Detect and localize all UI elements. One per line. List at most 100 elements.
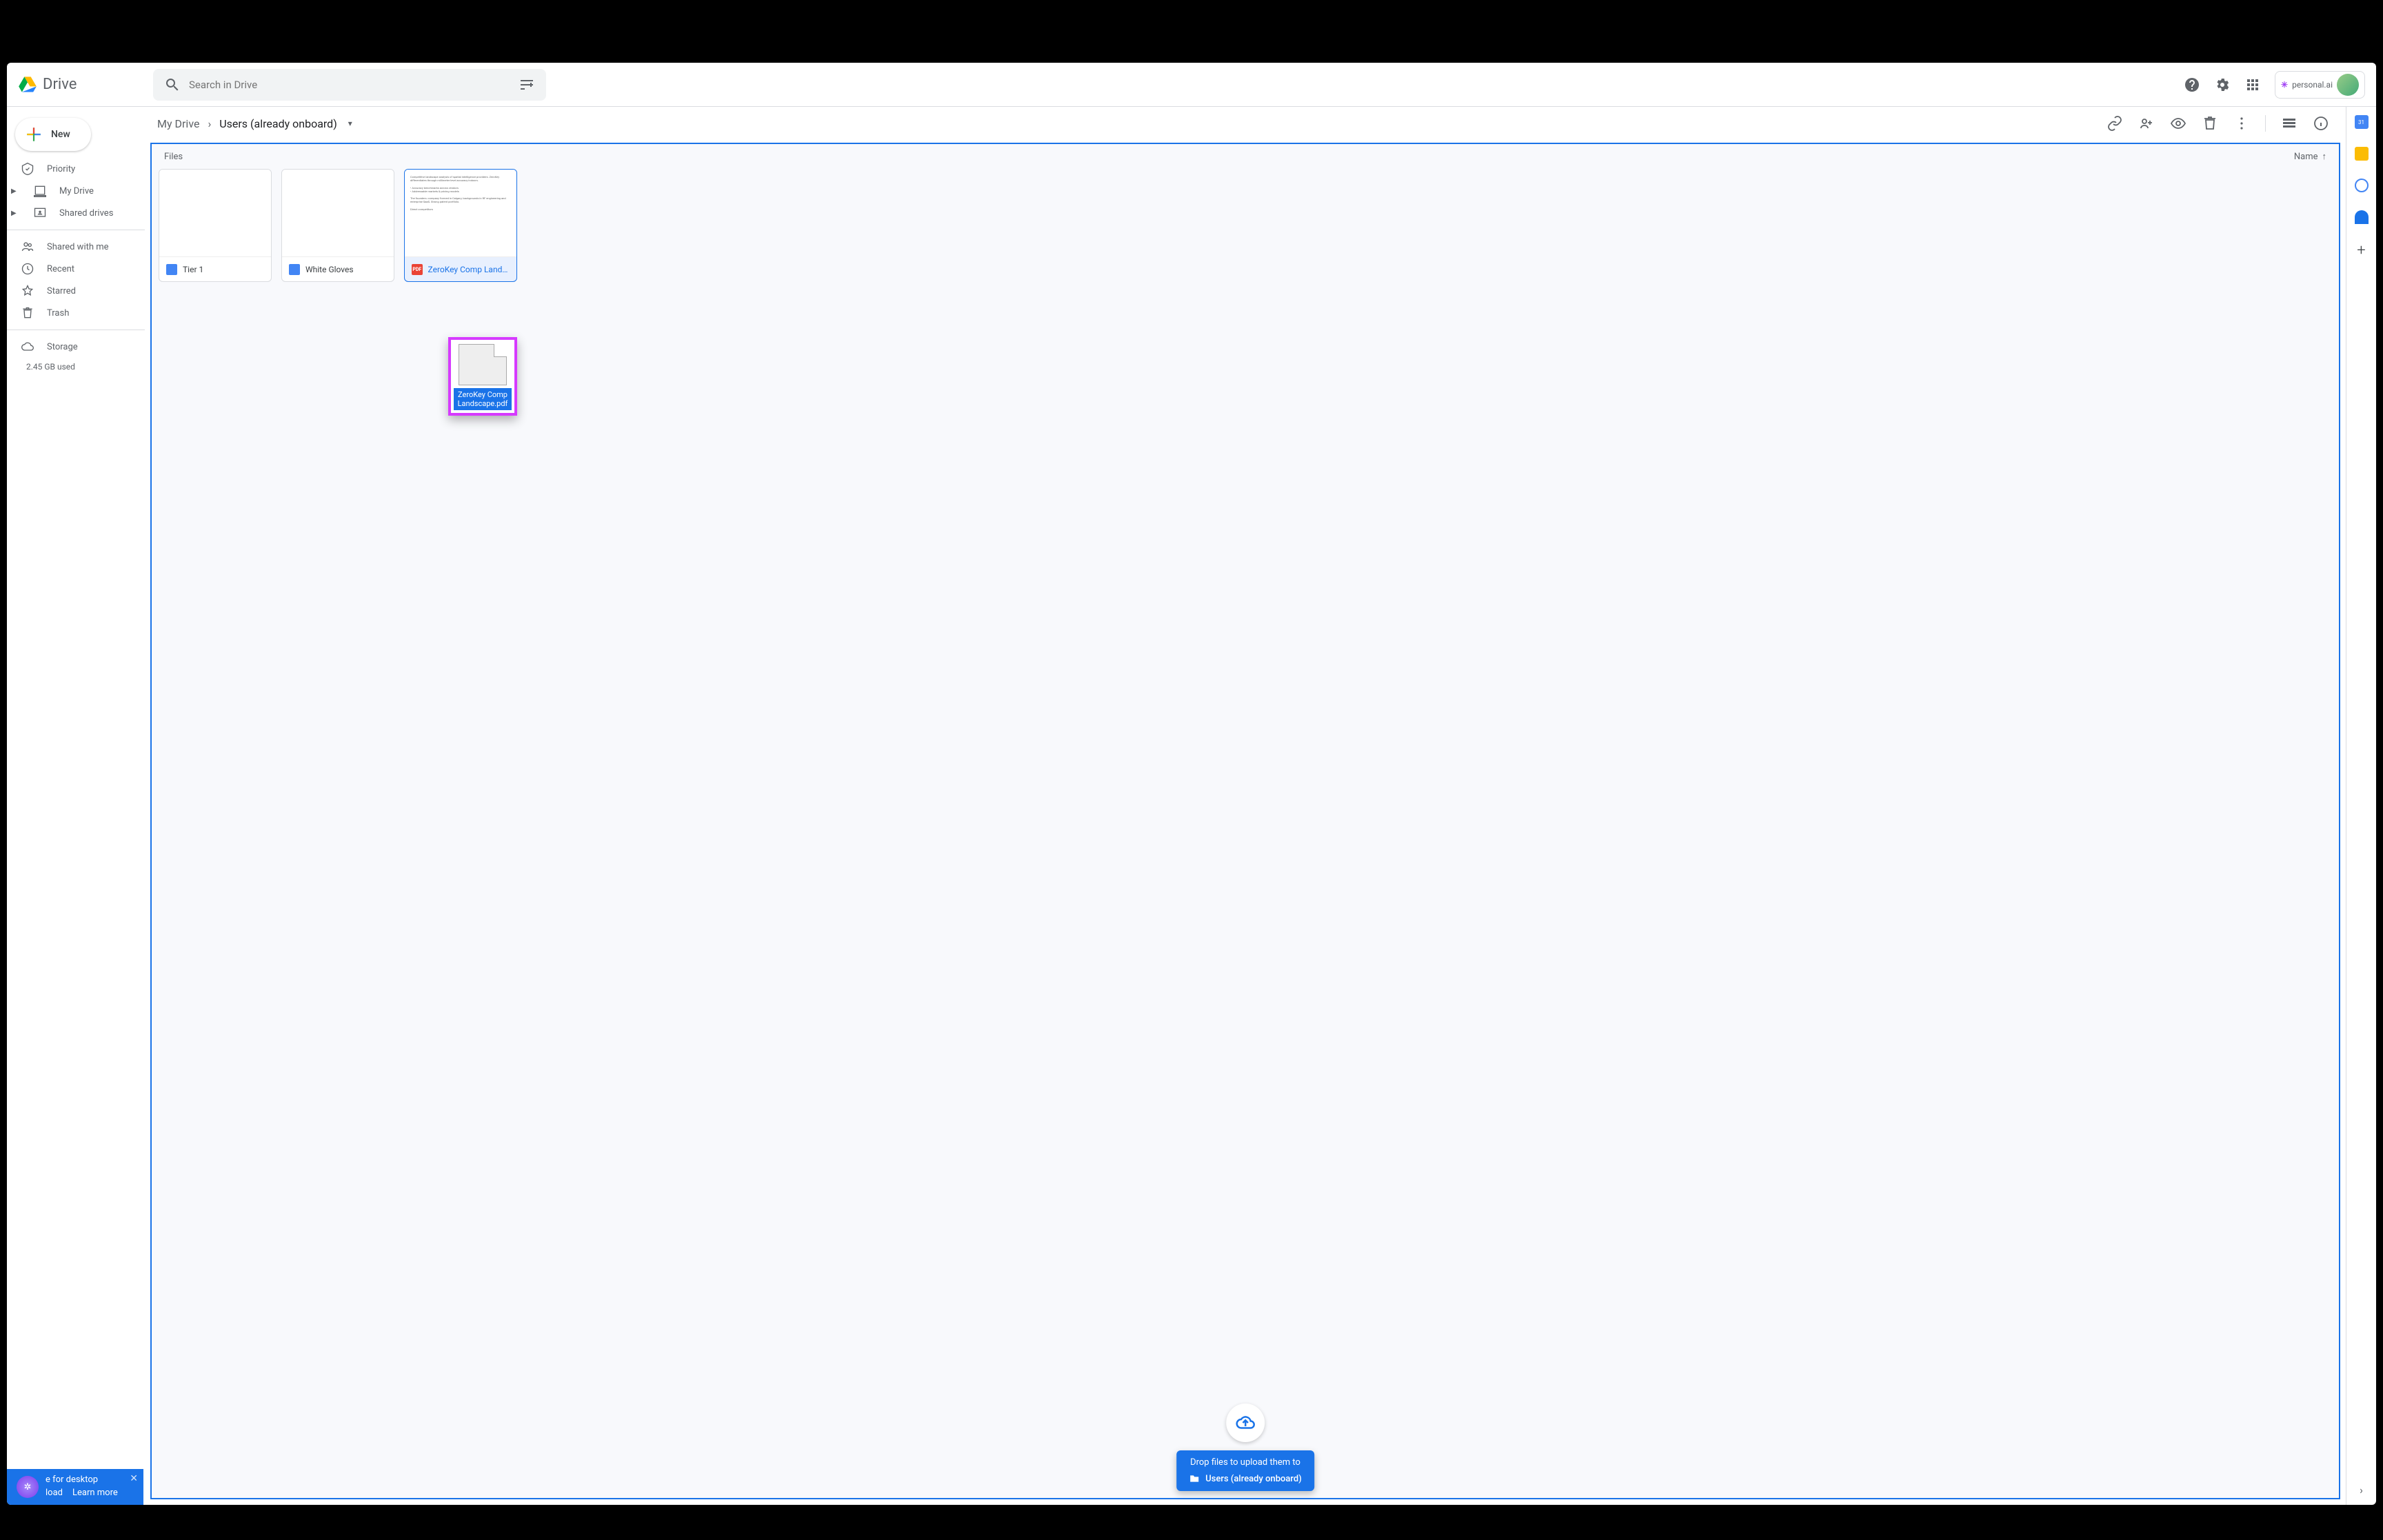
drive-logo-icon <box>18 75 37 94</box>
sort-button[interactable]: Name ↑ <box>2294 151 2326 162</box>
calendar-icon[interactable] <box>2355 115 2369 129</box>
upload-hint-box: Drop files to upload them to Users (alre… <box>1176 1450 1314 1491</box>
nav-my-drive[interactable]: ▶ My Drive <box>7 180 137 202</box>
nav-shared-drives[interactable]: ▶ Shared drives <box>7 202 137 224</box>
drag-doc-icon <box>459 344 507 385</box>
drag-filename: ZeroKey Comp Landscape.pdf <box>454 388 512 410</box>
close-icon[interactable]: ✕ <box>130 1473 138 1484</box>
caret-icon[interactable]: ▶ <box>11 210 19 217</box>
toast-download-button[interactable]: load <box>46 1488 63 1498</box>
star-icon <box>21 284 34 298</box>
caret-icon[interactable]: ▶ <box>11 188 19 195</box>
side-panel: + › <box>2346 107 2376 1505</box>
nav-shared-with-me[interactable]: Shared with me <box>7 236 137 258</box>
nav-label: Priority <box>47 164 75 174</box>
header-actions: ✳ personal.ai <box>2184 71 2365 99</box>
user-avatar[interactable] <box>2337 74 2359 96</box>
hide-panel-icon[interactable]: › <box>2360 1483 2363 1497</box>
file-name: White Gloves <box>305 265 354 274</box>
app-name: Drive <box>43 76 77 93</box>
sidebar: New Priority ▶ My Drive ▶ Shared drives … <box>7 107 145 1505</box>
nav-label: Storage <box>47 342 78 352</box>
personal-ai-icon: ✳ <box>2281 80 2288 90</box>
apps-grid-icon[interactable] <box>2244 77 2261 93</box>
search-input[interactable] <box>189 79 510 91</box>
file-card[interactable]: White Gloves <box>281 169 394 282</box>
desktop-promo-toast: ✲ ✕ e for desktop load Learn more <box>7 1469 143 1505</box>
search-options-icon[interactable] <box>519 77 535 93</box>
chevron-right-icon: › <box>208 117 211 130</box>
cloud-icon <box>21 340 34 354</box>
file-thumbnail <box>282 170 394 256</box>
nav-recent[interactable]: Recent <box>7 258 137 280</box>
settings-icon[interactable] <box>2214 77 2231 93</box>
promo-badge-icon: ✲ <box>17 1476 39 1498</box>
storage-used-text: 2.45 GB used <box>7 358 145 372</box>
nav-starred[interactable]: Starred <box>7 280 137 302</box>
toast-learn-more-link[interactable]: Learn more <box>72 1488 118 1498</box>
breadcrumb-root[interactable]: My Drive <box>152 114 205 133</box>
new-label: New <box>51 129 70 140</box>
drive-window: Drive ✳ personal.ai <box>7 63 2376 1505</box>
nav-label: Shared drives <box>59 208 113 219</box>
nav-label: Shared with me <box>47 242 109 252</box>
google-doc-icon <box>289 264 300 275</box>
item-action-toolbar <box>2107 115 2329 132</box>
upload-target-folder: Users (already onboard) <box>1205 1474 1302 1484</box>
nav-trash[interactable]: Trash <box>7 302 137 324</box>
contacts-icon[interactable] <box>2355 210 2369 224</box>
file-thumbnail <box>159 170 271 256</box>
file-name: ZeroKey Comp Lands… <box>428 265 510 274</box>
plus-icon <box>25 125 43 143</box>
arrow-up-icon: ↑ <box>2322 151 2327 162</box>
list-view-icon[interactable] <box>2281 115 2297 132</box>
files-grid: Tier 1 White Gloves Competitive landscap… <box>152 169 2339 282</box>
workspace-chip[interactable]: ✳ personal.ai <box>2275 71 2365 99</box>
toolbar-divider <box>2265 115 2266 132</box>
nav-label: Recent <box>47 264 74 274</box>
upload-hint-text: Drop files to upload them to <box>1190 1457 1300 1468</box>
drop-zone[interactable]: Files Name ↑ Tier 1 <box>150 143 2340 1499</box>
keep-icon[interactable] <box>2355 147 2369 161</box>
file-card[interactable]: Tier 1 <box>159 169 272 282</box>
get-link-icon[interactable] <box>2107 115 2123 132</box>
toast-title: e for desktop <box>46 1475 134 1485</box>
search-icon <box>164 77 181 93</box>
location-toolbar: My Drive › Users (already onboard) ▾ <box>145 107 2346 140</box>
breadcrumb-current[interactable]: Users (already onboard) <box>214 114 343 133</box>
drag-ghost: ZeroKey Comp Landscape.pdf <box>448 337 517 416</box>
details-icon[interactable] <box>2313 115 2329 132</box>
new-button[interactable]: New <box>15 118 91 151</box>
recent-icon <box>21 262 34 276</box>
file-card-selected[interactable]: Competitive landscape analysis of spatia… <box>404 169 517 282</box>
help-icon[interactable] <box>2184 77 2200 93</box>
tasks-icon[interactable] <box>2355 179 2369 192</box>
nav-storage[interactable]: Storage <box>7 336 137 358</box>
add-addon-icon[interactable]: + <box>2357 242 2365 259</box>
file-thumbnail: Competitive landscape analysis of spatia… <box>405 170 516 256</box>
app-header: Drive ✳ personal.ai <box>7 63 2376 107</box>
sort-label: Name <box>2294 152 2318 162</box>
my-drive-icon <box>33 184 47 198</box>
workspace-label: personal.ai <box>2292 80 2333 90</box>
search-bar[interactable] <box>153 69 546 101</box>
breadcrumb: My Drive › Users (already onboard) ▾ <box>152 114 352 133</box>
drive-logo[interactable]: Drive <box>18 75 142 94</box>
shared-with-me-icon <box>21 240 34 254</box>
chevron-down-icon[interactable]: ▾ <box>348 119 352 128</box>
google-doc-icon <box>166 264 177 275</box>
pdf-icon: PDF <box>412 264 423 275</box>
nav-label: Starred <box>47 286 76 296</box>
nav-priority[interactable]: Priority <box>7 158 137 180</box>
more-icon[interactable] <box>2233 115 2250 132</box>
trash-icon <box>21 306 34 320</box>
preview-icon[interactable] <box>2170 115 2186 132</box>
file-name: Tier 1 <box>183 265 203 274</box>
section-label: Files <box>164 152 183 162</box>
upload-callout: Drop files to upload them to Users (alre… <box>1176 1404 1314 1491</box>
delete-icon[interactable] <box>2202 115 2218 132</box>
share-icon[interactable] <box>2138 115 2155 132</box>
files-section-header: Files Name ↑ <box>152 144 2339 169</box>
main-pane: My Drive › Users (already onboard) ▾ <box>145 107 2346 1505</box>
nav-label: Trash <box>47 308 69 318</box>
